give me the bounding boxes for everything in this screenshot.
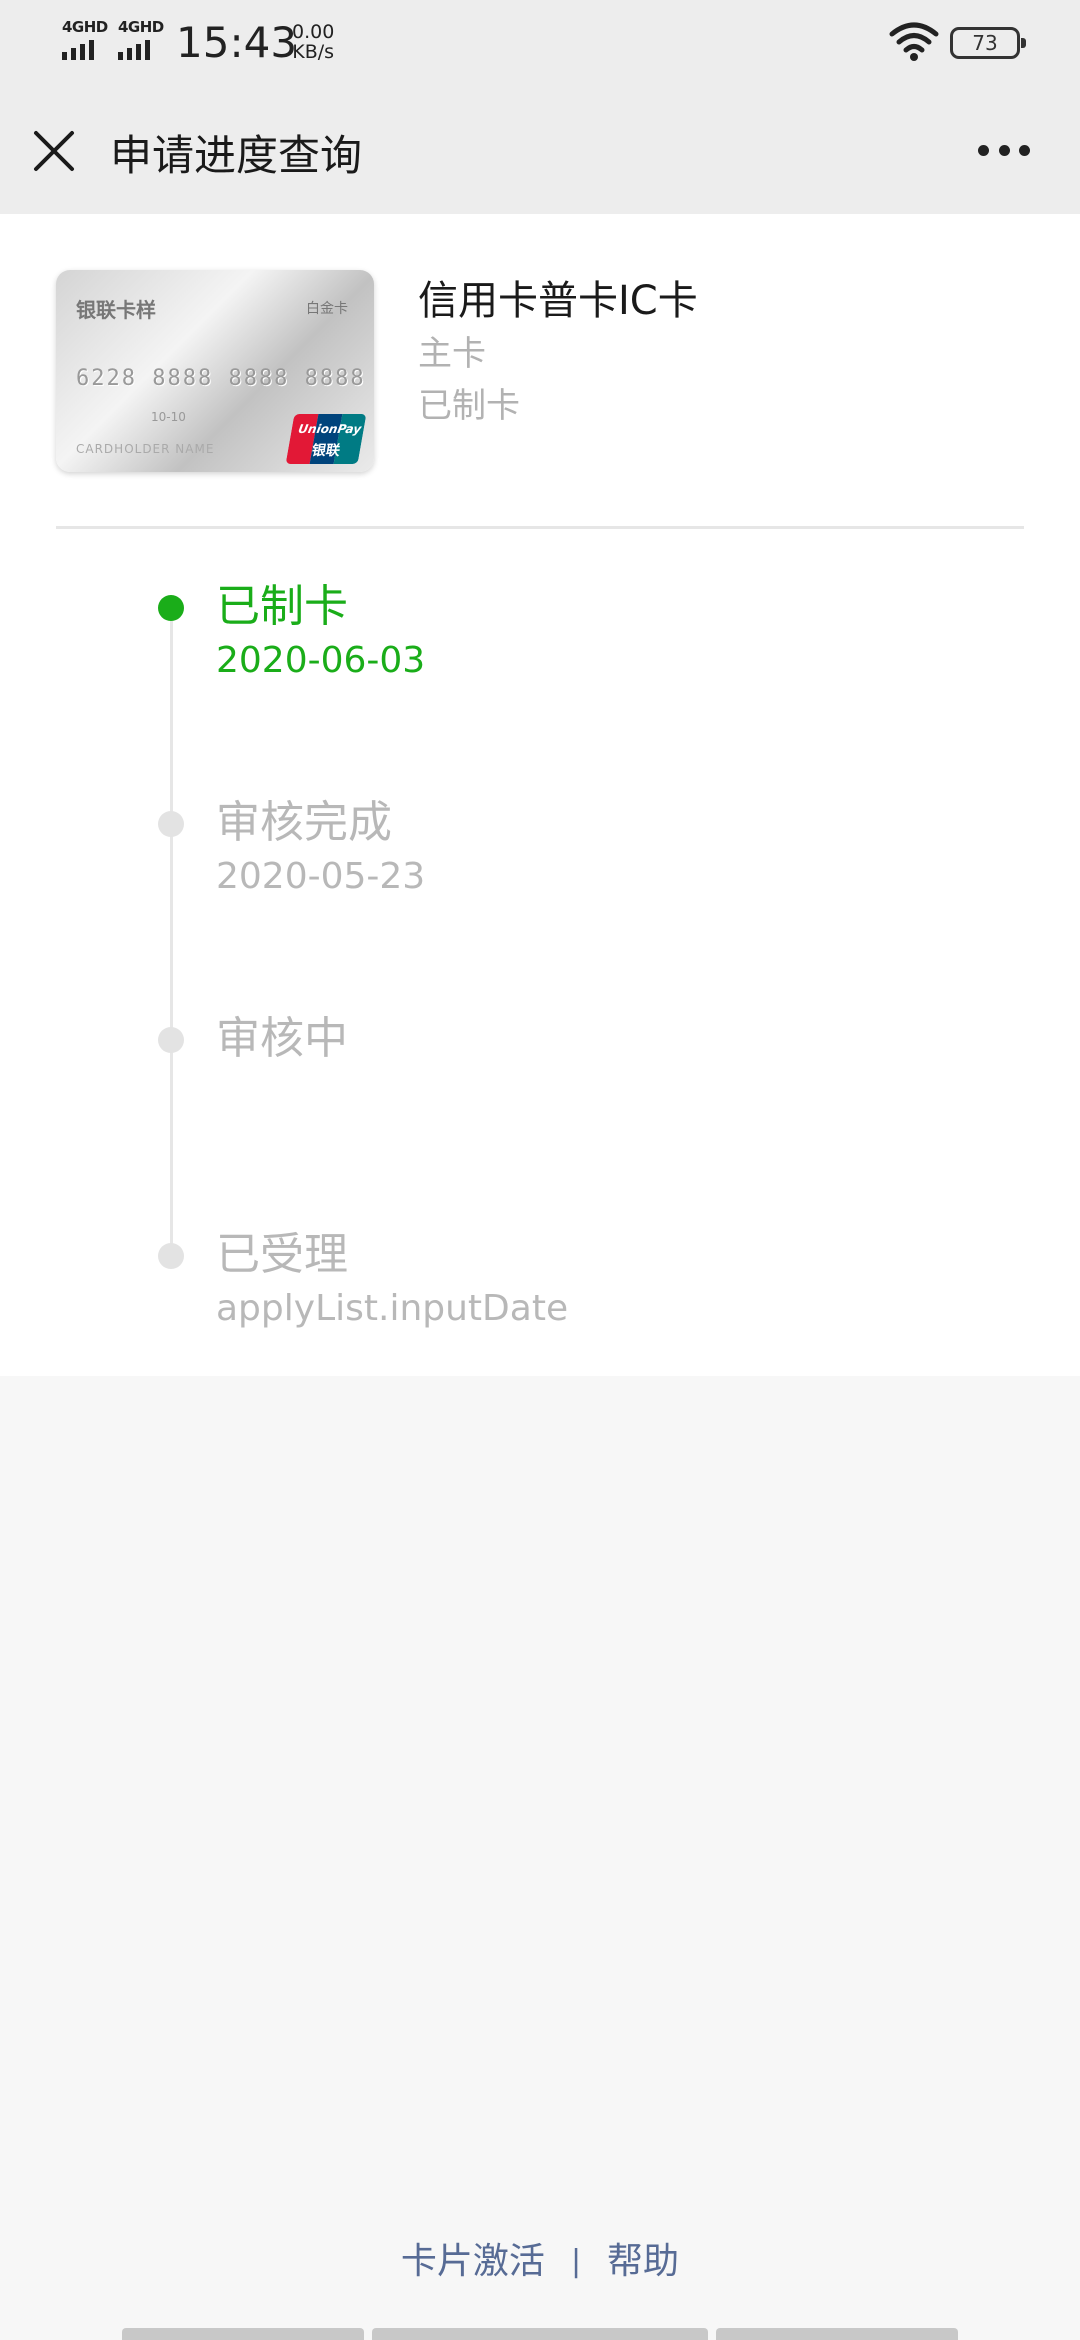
card-name: 信用卡普卡IC卡	[418, 278, 698, 324]
bottom-bar-segment	[372, 2328, 708, 2340]
timeline-step-title: 审核中	[216, 1013, 348, 1064]
timeline-step-date: 2020-06-03	[216, 640, 426, 681]
timeline-step-date: applyList.inputDate	[216, 1288, 569, 1329]
unionpay-cn: 银联	[310, 443, 342, 459]
card-image: 银联卡样 白金卡 6228 8888 8888 8888 10-10 CARDH…	[56, 270, 374, 472]
timeline-step-title: 已制卡	[216, 581, 348, 632]
card-role: 主卡	[418, 334, 486, 374]
signal-icon: 4GHD	[60, 18, 112, 60]
card-image-bank-name: 银联卡样	[76, 298, 156, 322]
timeline-dot	[158, 1243, 184, 1269]
activate-card-link[interactable]: 卡片激活	[401, 2241, 545, 2282]
card-image-type: 白金卡	[306, 301, 348, 317]
timeline-dot	[158, 811, 184, 837]
more-icon[interactable]	[978, 136, 1030, 164]
network-type: 4GHD	[118, 18, 164, 36]
bottom-bar-segment	[122, 2328, 364, 2340]
clock: 15:43	[176, 18, 298, 67]
timeline-step-title: 审核完成	[216, 797, 392, 848]
card-image-number: 6228 8888 8888 8888	[76, 366, 366, 391]
card-image-holder: CARDHOLDER NAME	[76, 442, 215, 456]
speed-value: 0.00	[292, 21, 335, 43]
unionpay-logo: UnionPay 银联	[285, 414, 367, 464]
page-title: 申请进度查询	[110, 131, 363, 180]
close-icon[interactable]	[28, 125, 80, 177]
signal-icon: 4GHD	[116, 18, 168, 60]
timeline-step-date: 2020-05-23	[216, 856, 426, 897]
network-speed: 0.00 KB/s	[292, 22, 334, 62]
bottom-bar-segment	[716, 2328, 958, 2340]
divider	[56, 526, 1024, 529]
network-type: 4GHD	[62, 18, 108, 36]
card-status: 已制卡	[418, 386, 520, 426]
timeline-line	[170, 610, 173, 1260]
help-link[interactable]: 帮助	[607, 2241, 679, 2282]
speed-unit: KB/s	[292, 41, 335, 63]
timeline-step-title: 已受理	[216, 1229, 348, 1280]
battery-icon: 73	[950, 27, 1026, 59]
unionpay-en: UnionPay	[297, 422, 363, 436]
card-image-valid: 10-10	[151, 410, 186, 424]
timeline-dot-active	[158, 595, 184, 621]
wifi-icon	[888, 20, 940, 64]
timeline-dot	[158, 1027, 184, 1053]
footer-separator: |	[570, 2244, 582, 2279]
footer-links: 卡片激活 | 帮助	[0, 2232, 1080, 2284]
